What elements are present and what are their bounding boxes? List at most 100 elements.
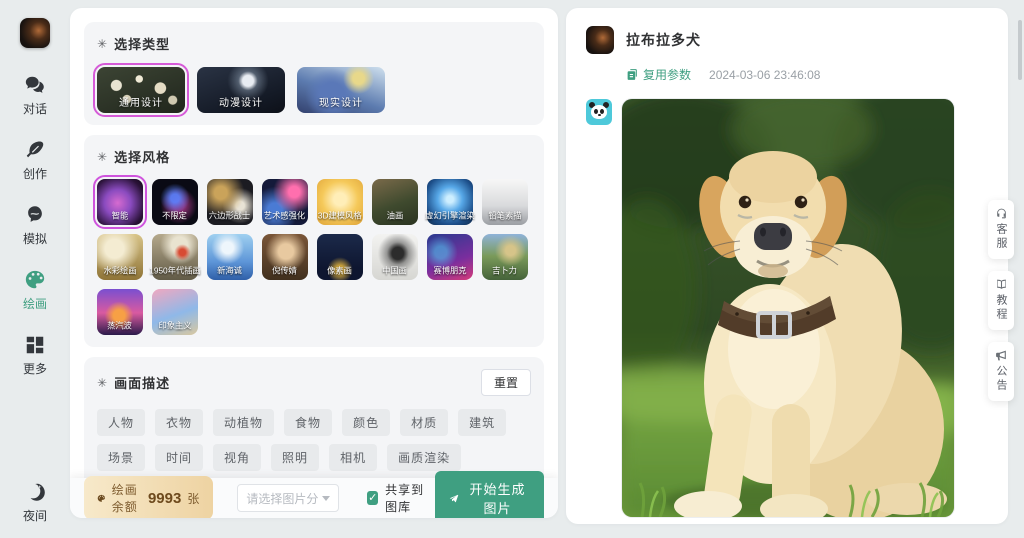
- describe-tag[interactable]: 人物: [97, 409, 145, 436]
- image-category-select[interactable]: 请选择图片分类: [237, 484, 339, 512]
- describe-tag[interactable]: 动植物: [213, 409, 274, 436]
- sidebar-item-label: 模拟: [23, 230, 47, 247]
- sidebar-item-chat[interactable]: 对话: [23, 74, 47, 117]
- megaphone-icon: [995, 349, 1008, 362]
- page-scrollbar-thumb[interactable]: [1018, 20, 1022, 80]
- style-tile[interactable]: 1950年代插画: [152, 234, 198, 280]
- headset-icon: [995, 207, 1008, 220]
- style-tile[interactable]: 油画: [372, 179, 418, 225]
- style-tile-label: 水彩绘画: [103, 265, 136, 277]
- style-tile[interactable]: 新海诚: [207, 234, 253, 280]
- style-tile[interactable]: 中国画: [372, 234, 418, 280]
- type-card[interactable]: 动漫设计: [197, 67, 285, 113]
- user-avatar[interactable]: [20, 18, 50, 48]
- style-tile[interactable]: 铅笔素描: [482, 179, 528, 225]
- app-sidebar: 对话 创作 模拟 绘画 更多 夜间: [0, 0, 70, 538]
- describe-tag[interactable]: 画质渲染: [387, 444, 461, 471]
- section-title: 选择风格: [114, 147, 170, 166]
- describe-section: ✳ 画面描述 重置 人物衣物动植物食物颜色材质建筑场景时间视角照明相机画质渲染视…: [84, 357, 544, 478]
- chat-icon: [24, 74, 46, 96]
- panda-eye: [600, 109, 604, 114]
- help-tab-stack: 客服 教程 公告: [988, 200, 1014, 401]
- style-tile[interactable]: 赛博朋克: [427, 234, 473, 280]
- sidebar-item-label: 更多: [23, 360, 47, 377]
- style-tile-label: 智能: [112, 210, 129, 222]
- draw-balance-badge: 绘画余额 9993 张: [84, 476, 213, 518]
- grid-icon: [24, 334, 46, 356]
- describe-tag[interactable]: 食物: [284, 409, 332, 436]
- panda-nose: [598, 114, 601, 116]
- style-tile[interactable]: 像素画: [317, 234, 363, 280]
- select-type-section: ✳ 选择类型 通用设计 动漫设计 现实设计: [84, 22, 544, 125]
- balance-unit: 张: [187, 490, 200, 507]
- section-marker-icon: ✳: [97, 37, 108, 51]
- reset-button[interactable]: 重置: [481, 369, 531, 396]
- sidebar-item-create[interactable]: 创作: [23, 139, 47, 182]
- style-tile-label: 1950年代插画: [149, 265, 201, 277]
- chevron-down-icon: [322, 496, 330, 501]
- type-card-label: 现实设计: [319, 94, 363, 109]
- tutorial-tab[interactable]: 教程: [988, 271, 1014, 330]
- style-tile[interactable]: 3D建模风格: [317, 179, 363, 225]
- describe-tag[interactable]: 颜色: [342, 409, 390, 436]
- copy-icon: [626, 68, 639, 81]
- type-card-label: 动漫设计: [219, 94, 263, 109]
- panda-eye: [594, 109, 598, 114]
- describe-tag[interactable]: 建筑: [458, 409, 506, 436]
- style-tile[interactable]: 水彩绘画: [97, 234, 143, 280]
- style-tile-label: 赛博朋克: [433, 265, 466, 277]
- announcement-tab[interactable]: 公告: [988, 342, 1014, 401]
- customer-service-tab[interactable]: 客服: [988, 200, 1014, 259]
- sidebar-item-simulate[interactable]: 模拟: [23, 204, 47, 247]
- sidebar-item-draw[interactable]: 绘画: [23, 269, 47, 312]
- section-marker-icon: ✳: [97, 150, 108, 164]
- section-marker-icon: ✳: [97, 376, 108, 390]
- paper-plane-icon: [449, 492, 459, 505]
- describe-tag[interactable]: 材质: [400, 409, 448, 436]
- user-avatar: [586, 26, 614, 54]
- palette-icon: [24, 269, 46, 291]
- style-tile[interactable]: 艺术感强化: [262, 179, 308, 225]
- sidebar-item-label: 绘画: [23, 295, 47, 312]
- sidebar-item-label: 创作: [23, 165, 47, 182]
- moon-icon: [24, 481, 46, 503]
- type-card[interactable]: 现实设计: [297, 67, 385, 113]
- generated-dog-image[interactable]: [622, 99, 954, 517]
- style-tile[interactable]: 不限定: [152, 179, 198, 225]
- config-scroll-area[interactable]: ✳ 选择类型 通用设计 动漫设计 现实设计 ✳ 选择风格 智能 不限定六边形战士艺术感…: [70, 8, 558, 478]
- share-to-gallery-toggle[interactable]: ✓ 共享到图库: [367, 481, 435, 515]
- style-tile-label: 新海诚: [218, 265, 243, 277]
- describe-tag-list: 人物衣物动植物食物颜色材质建筑场景时间视角照明相机画质渲染视觉风格艺术形式插画师…: [97, 409, 531, 478]
- draw-config-panel: ✳ 选择类型 通用设计 动漫设计 现实设计 ✳ 选择风格 智能 不限定六边形战士艺术感…: [70, 8, 558, 518]
- style-tile[interactable]: 智能: [97, 179, 143, 225]
- share-label: 共享到图库: [385, 481, 435, 515]
- style-tile-label: 艺术感强化: [264, 210, 305, 222]
- type-card[interactable]: 通用设计: [97, 67, 185, 113]
- style-tile[interactable]: 虚幻引擎渲染: [427, 179, 473, 225]
- sidebar-item-more[interactable]: 更多: [23, 334, 47, 377]
- style-tile[interactable]: 蒸汽波: [97, 289, 143, 335]
- style-tile[interactable]: 印象主义: [152, 289, 198, 335]
- style-tile[interactable]: 六边形战士: [207, 179, 253, 225]
- style-tile-label: 吉卜力: [493, 265, 518, 277]
- describe-tag[interactable]: 场景: [97, 444, 145, 471]
- select-style-section: ✳ 选择风格 智能 不限定六边形战士艺术感强化 3D建模风格油画虚幻引擎渲染铅笔素描…: [84, 135, 544, 347]
- section-title: 选择类型: [114, 34, 170, 53]
- describe-tag[interactable]: 相机: [329, 444, 377, 471]
- describe-tag[interactable]: 视角: [213, 444, 261, 471]
- style-tile[interactable]: 吉卜力: [482, 234, 528, 280]
- describe-tag[interactable]: 照明: [271, 444, 319, 471]
- share-checkbox[interactable]: ✓: [367, 491, 378, 505]
- bot-panda-avatar: [586, 99, 612, 125]
- generate-footer-bar: 绘画余额 9993 张 请选择图片分类 ✓ 共享到图库 开始生成图片: [70, 478, 558, 518]
- describe-tag[interactable]: 时间: [155, 444, 203, 471]
- describe-tag[interactable]: 衣物: [155, 409, 203, 436]
- style-tile-label: 蒸汽波: [108, 320, 133, 332]
- reuse-params-button[interactable]: 复用参数: [626, 66, 691, 83]
- type-card-label: 通用设计: [119, 94, 163, 109]
- style-tile[interactable]: 倪传婧: [262, 234, 308, 280]
- generate-image-button[interactable]: 开始生成图片: [435, 471, 544, 518]
- sidebar-item-label: 夜间: [23, 507, 47, 524]
- style-tile-list: 智能 不限定六边形战士艺术感强化 3D建模风格油画虚幻引擎渲染铅笔素描水彩绘画 195…: [97, 179, 531, 335]
- sidebar-item-night-mode[interactable]: 夜间: [23, 481, 47, 524]
